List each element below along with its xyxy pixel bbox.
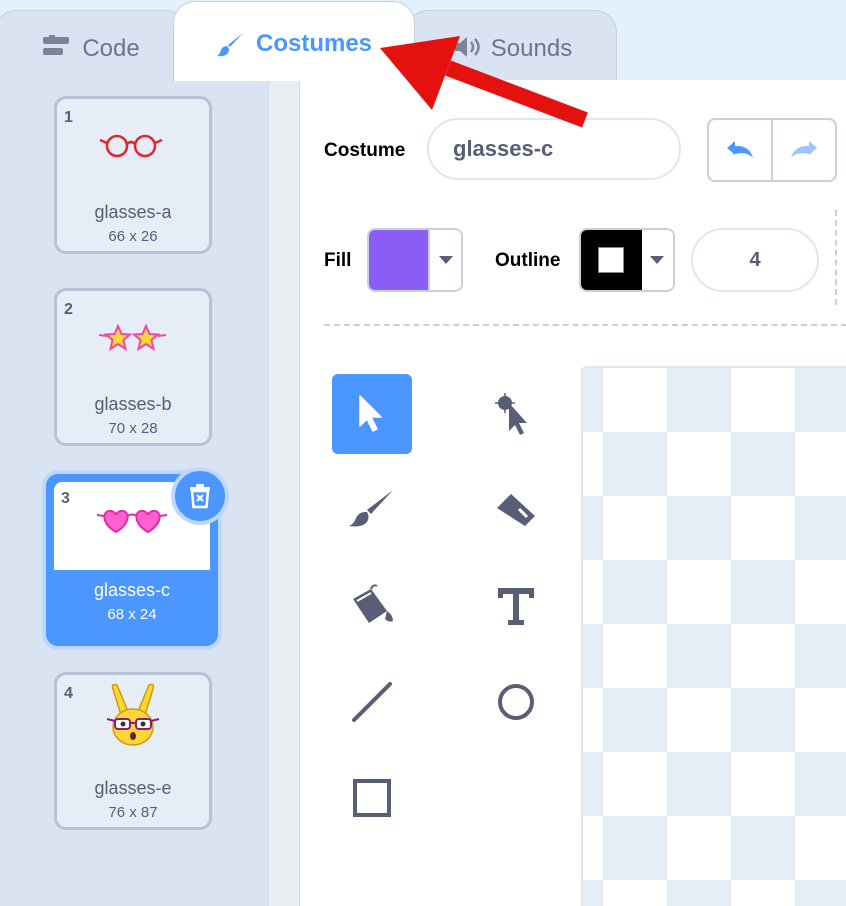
costume-name-input[interactable]: glasses-c [427, 118, 681, 180]
tab-sounds[interactable]: Sounds [406, 10, 617, 80]
costume-name: glasses-b [94, 394, 172, 414]
code-blocks-icon [43, 35, 70, 55]
circle-icon [498, 684, 534, 720]
costume-thumbnail [57, 683, 209, 749]
fill-bucket-icon [353, 584, 393, 623]
costume-number: 3 [61, 490, 70, 507]
trash-icon [190, 484, 210, 509]
divider [835, 210, 837, 305]
heart-glasses-image [96, 509, 168, 534]
costume-size: 76 x 87 [108, 804, 158, 821]
line-icon [352, 682, 392, 722]
brush-tool[interactable] [332, 470, 412, 550]
reshape-icon [495, 393, 527, 435]
fill-tool[interactable] [332, 566, 412, 646]
paint-editor: Costume glasses-c Fill Outline 4 [299, 80, 846, 906]
paint-canvas[interactable] [581, 366, 846, 906]
fill-color-swatch [369, 230, 431, 290]
costume-size: 68 x 24 [107, 606, 157, 623]
costume-name-value: glasses-c [453, 136, 554, 161]
costume-size: 70 x 28 [108, 420, 158, 437]
tab-code[interactable]: Code [0, 10, 188, 80]
undo-button[interactable] [709, 120, 773, 180]
rectangle-icon [353, 779, 391, 817]
undo-icon [727, 141, 753, 158]
costume-thumbnail [57, 305, 209, 371]
line-tool[interactable] [332, 662, 412, 742]
paintbrush-icon [216, 33, 243, 57]
fill-color-picker[interactable] [367, 228, 463, 292]
costume-item-2[interactable]: 2 glasses-b 70 x 28 [54, 288, 212, 446]
outline-color-picker[interactable] [579, 228, 675, 292]
costume-item-4[interactable]: 4 glasses-e 76 x 87 [54, 672, 212, 830]
costume-name: glasses-c [93, 580, 171, 600]
outline-color-swatch [581, 230, 642, 290]
brush-icon [349, 490, 393, 527]
redo-icon [791, 141, 817, 158]
tab-code-label: Code [82, 35, 140, 62]
costume-name: glasses-e [94, 778, 172, 798]
outline-width-value: 4 [749, 248, 761, 271]
circle-tool[interactable] [476, 662, 556, 742]
tab-sounds-label: Sounds [490, 35, 573, 62]
red-glasses-image [99, 134, 163, 158]
eraser-icon [497, 494, 535, 526]
text-tool[interactable] [476, 566, 556, 646]
outline-width-input[interactable]: 4 [691, 228, 819, 292]
outline-label: Outline [495, 250, 561, 271]
fill-label: Fill [324, 250, 352, 271]
redo-button[interactable] [773, 120, 835, 180]
costume-name: glasses-a [94, 202, 172, 222]
costume-list-scrollbar[interactable] [268, 80, 299, 906]
undo-redo-group [707, 118, 837, 182]
chevron-down-icon [430, 230, 461, 290]
costume-thumbnail [57, 113, 209, 179]
tab-costumes-label: Costumes [255, 30, 373, 57]
chevron-down-icon [641, 230, 673, 290]
costume-label: Costume [324, 140, 406, 161]
costume-item-1[interactable]: 1 glasses-a 66 x 26 [54, 96, 212, 254]
select-icon [359, 395, 382, 432]
delete-costume-button[interactable] [171, 467, 229, 525]
text-icon [498, 588, 534, 625]
costume-size: 66 x 26 [108, 228, 158, 245]
select-tool[interactable] [332, 374, 412, 454]
star-glasses-image [98, 323, 167, 352]
rectangle-tool[interactable] [332, 758, 412, 838]
bunny-glasses-image [106, 683, 160, 746]
reshape-tool[interactable] [476, 374, 556, 454]
tab-costumes[interactable]: Costumes [173, 1, 415, 81]
divider [324, 324, 846, 326]
eraser-tool[interactable] [476, 470, 556, 550]
speaker-icon [454, 37, 480, 57]
